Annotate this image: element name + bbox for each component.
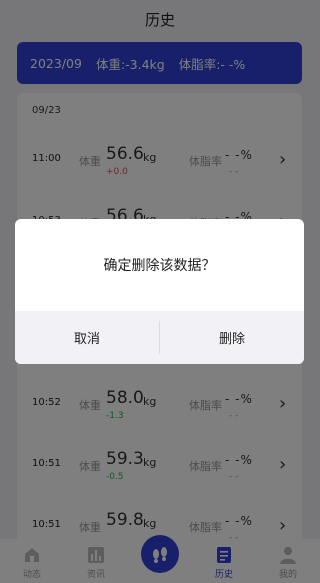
delete-confirm-dialog: 确定删除该数据？ 取消 删除 <box>15 219 304 364</box>
delete-button[interactable]: 删除 <box>160 311 304 364</box>
dialog-buttons: 取消 删除 <box>15 311 304 364</box>
dialog-message: 确定删除该数据？ <box>103 258 216 274</box>
cancel-button[interactable]: 取消 <box>15 311 159 364</box>
